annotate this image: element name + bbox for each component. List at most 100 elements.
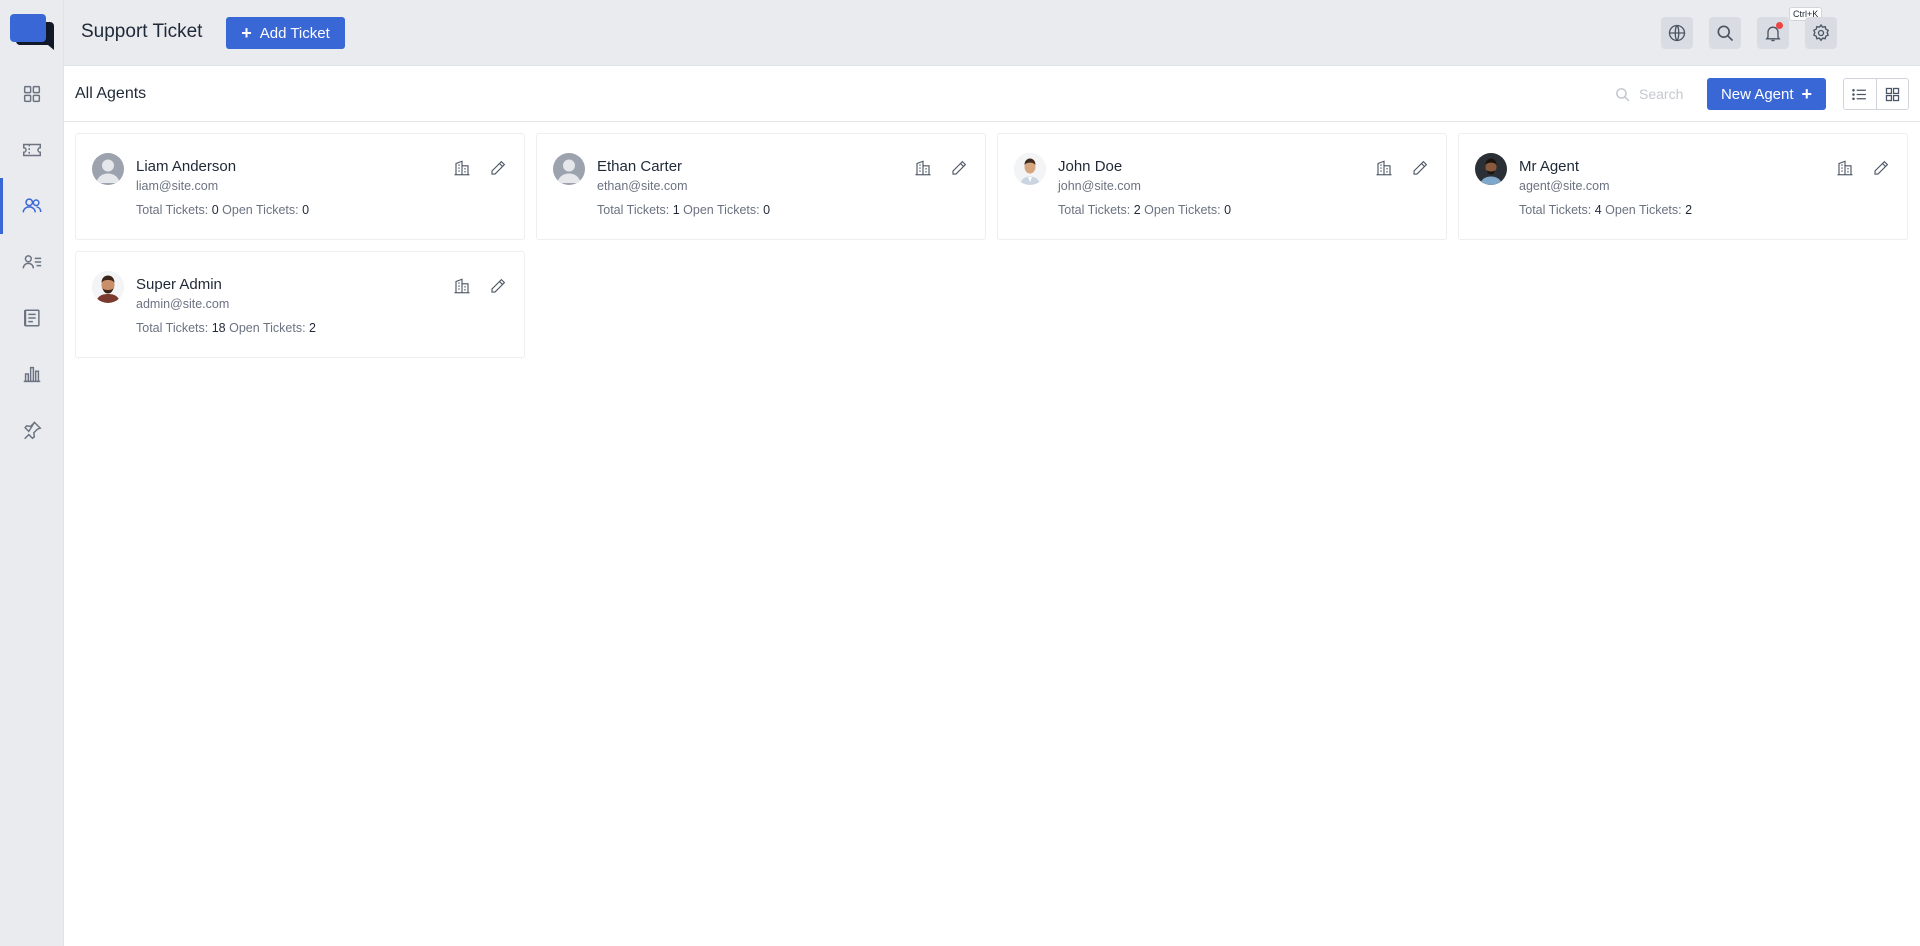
pin-icon xyxy=(24,421,42,440)
agent-card[interactable]: John Doe john@site.com Total Tickets: 2 … xyxy=(997,133,1447,240)
ticket-icon xyxy=(23,143,41,157)
agent-email: agent@site.com xyxy=(1519,179,1610,193)
plus-icon: + xyxy=(241,23,252,43)
edit-button[interactable] xyxy=(1409,157,1431,179)
grid-icon xyxy=(23,85,41,103)
search-icon xyxy=(1717,25,1734,42)
open-tickets-value: 0 xyxy=(1224,203,1232,217)
sidebar xyxy=(0,0,64,946)
pencil-icon xyxy=(1874,160,1889,175)
open-tickets-value: 2 xyxy=(1685,203,1693,217)
pencil-icon xyxy=(1413,160,1428,175)
agent-name: John Doe xyxy=(1058,158,1123,175)
agent-grid: Liam Anderson liam@site.com Total Ticket… xyxy=(75,133,1909,358)
agent-name: Super Admin xyxy=(136,276,222,293)
avatar xyxy=(92,153,124,185)
agent-card[interactable]: Ethan Carter ethan@site.com Total Ticket… xyxy=(536,133,986,240)
building-icon xyxy=(1376,160,1392,176)
settings-button[interactable] xyxy=(1805,17,1837,49)
add-ticket-button[interactable]: + Add Ticket xyxy=(226,17,345,49)
list-view-button[interactable] xyxy=(1844,79,1876,109)
avatar xyxy=(553,153,585,185)
open-tickets-label: Open Tickets: xyxy=(1144,203,1221,217)
department-button[interactable] xyxy=(451,157,473,179)
sidebar-item-tickets[interactable] xyxy=(0,122,64,178)
open-tickets-label: Open Tickets: xyxy=(1605,203,1682,217)
department-button[interactable] xyxy=(451,275,473,297)
agent-stats: Total Tickets: 18 Open Tickets: 2 xyxy=(136,321,316,335)
agent-stats: Total Tickets: 4 Open Tickets: 2 xyxy=(1519,203,1692,217)
total-tickets-label: Total Tickets: xyxy=(136,321,209,335)
grid-view-button[interactable] xyxy=(1875,79,1908,109)
department-button[interactable] xyxy=(912,157,934,179)
sidebar-nav xyxy=(0,66,64,458)
avatar xyxy=(1475,153,1507,185)
app-logo-icon[interactable] xyxy=(8,12,56,54)
agent-card[interactable]: Mr Agent agent@site.com Total Tickets: 4… xyxy=(1458,133,1908,240)
department-button[interactable] xyxy=(1834,157,1856,179)
pencil-icon xyxy=(952,160,967,175)
edit-button[interactable] xyxy=(1870,157,1892,179)
top-header: Support Ticket + Add Ticket Ctrl+K xyxy=(64,0,1920,66)
plus-icon: + xyxy=(1801,84,1813,104)
total-tickets-value: 1 xyxy=(672,203,680,217)
sidebar-item-reports[interactable] xyxy=(0,346,64,402)
pencil-icon xyxy=(491,278,506,293)
agent-card[interactable]: Super Admin admin@site.com Total Tickets… xyxy=(75,251,525,358)
view-toggle xyxy=(1843,78,1909,110)
agent-name: Mr Agent xyxy=(1519,158,1580,175)
department-button[interactable] xyxy=(1373,157,1395,179)
language-button[interactable] xyxy=(1661,17,1693,49)
building-icon xyxy=(915,160,931,176)
global-search-button[interactable] xyxy=(1709,17,1741,49)
building-icon xyxy=(454,278,470,294)
agent-email: ethan@site.com xyxy=(597,179,688,193)
notifications-button[interactable] xyxy=(1757,17,1789,49)
sidebar-item-pinned[interactable] xyxy=(0,402,64,458)
sidebar-item-contacts[interactable] xyxy=(0,234,64,290)
building-icon xyxy=(454,160,470,176)
agent-email: john@site.com xyxy=(1058,179,1141,193)
page-toolbar: All Agents New Agent + xyxy=(64,66,1920,122)
sidebar-item-agents[interactable] xyxy=(0,178,64,234)
avatar xyxy=(1014,153,1046,185)
open-tickets-value: 0 xyxy=(763,203,771,217)
notification-dot xyxy=(1776,22,1783,29)
gear-icon xyxy=(1812,24,1830,42)
edit-button[interactable] xyxy=(948,157,970,179)
agent-card[interactable]: Liam Anderson liam@site.com Total Ticket… xyxy=(75,133,525,240)
agent-name: Liam Anderson xyxy=(136,158,237,175)
grid-icon xyxy=(1885,87,1900,101)
agent-email: liam@site.com xyxy=(136,179,219,193)
total-tickets-label: Total Tickets: xyxy=(1058,203,1131,217)
open-tickets-value: 0 xyxy=(302,203,310,217)
search-icon xyxy=(1616,87,1630,101)
edit-button[interactable] xyxy=(487,275,509,297)
new-agent-button[interactable]: New Agent + xyxy=(1707,78,1826,110)
edit-button[interactable] xyxy=(487,157,509,179)
agent-stats: Total Tickets: 2 Open Tickets: 0 xyxy=(1058,203,1231,217)
agent-email: admin@site.com xyxy=(136,297,230,311)
agent-stats: Total Tickets: 0 Open Tickets: 0 xyxy=(136,203,309,217)
agent-name: Ethan Carter xyxy=(597,158,683,175)
new-agent-label: New Agent xyxy=(1720,85,1794,103)
total-tickets-value: 18 xyxy=(211,321,226,335)
sidebar-item-dashboard[interactable] xyxy=(0,66,64,122)
total-tickets-value: 2 xyxy=(1133,203,1141,217)
globe-icon xyxy=(1668,24,1686,42)
open-tickets-label: Open Tickets: xyxy=(222,203,299,217)
pencil-icon xyxy=(491,160,506,175)
app-title: Support Ticket xyxy=(81,21,203,42)
open-tickets-value: 2 xyxy=(309,321,316,335)
bar-chart-icon xyxy=(23,366,41,383)
open-tickets-label: Open Tickets: xyxy=(683,203,760,217)
agent-stats: Total Tickets: 1 Open Tickets: 0 xyxy=(597,203,770,217)
total-tickets-value: 4 xyxy=(1594,203,1602,217)
page-title: All Agents xyxy=(75,85,147,102)
total-tickets-label: Total Tickets: xyxy=(1519,203,1592,217)
building-icon xyxy=(1837,160,1853,176)
sidebar-item-knowledge-base[interactable] xyxy=(0,290,64,346)
document-icon xyxy=(24,309,40,327)
open-tickets-label: Open Tickets: xyxy=(229,321,306,335)
total-tickets-label: Total Tickets: xyxy=(597,203,670,217)
